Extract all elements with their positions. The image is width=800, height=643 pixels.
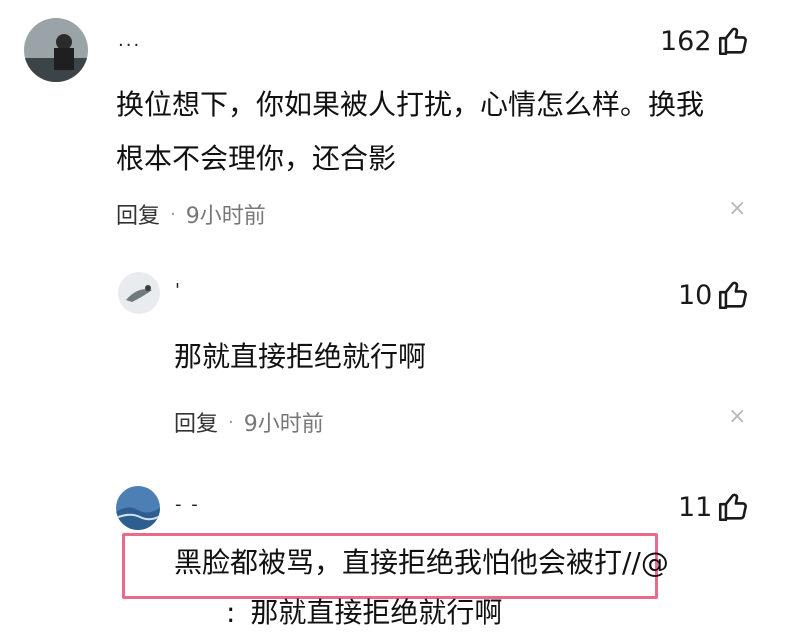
comment-line: 换位想下，你如果被人打扰，心情怎么样。换我 — [116, 88, 705, 121]
quote-prefix: : — [226, 596, 236, 629]
comment-meta: 回复 · 9小时前 — [116, 198, 266, 230]
username[interactable]: - - — [175, 494, 200, 515]
close-icon[interactable]: × — [728, 404, 746, 429]
avatar-photo — [118, 272, 160, 314]
like-count: 10 — [678, 279, 713, 311]
username[interactable]: ... — [118, 30, 141, 51]
quoted-reply: : 那就直接拒绝就行啊 — [174, 586, 502, 640]
like-count: 162 — [660, 25, 712, 57]
thumbs-up-icon — [718, 27, 747, 56]
avatar-photo — [116, 486, 160, 530]
avatar[interactable] — [116, 486, 160, 530]
comment-text: 换位想下，你如果被人打扰，心情怎么样。换我 根本不会理你，还合影 — [116, 78, 776, 186]
like-button[interactable]: 162 — [660, 24, 750, 58]
reply-button[interactable]: 回复 — [174, 406, 218, 438]
like-button[interactable]: 10 — [678, 278, 750, 312]
avatar-photo — [24, 18, 88, 82]
comment-meta: 回复 · 9小时前 — [174, 406, 324, 438]
comment-text: 黑脸都被骂，直接拒绝我怕他会被打//@ — [174, 546, 669, 579]
timestamp: 9小时前 — [243, 412, 324, 437]
thumbs-up-icon — [719, 281, 748, 310]
like-button[interactable]: 11 — [678, 490, 750, 524]
avatar[interactable] — [24, 18, 88, 82]
quote-text: 那就直接拒绝就行啊 — [250, 596, 503, 629]
comment-line: 根本不会理你，还合影 — [116, 142, 397, 175]
timestamp: 9小时前 — [185, 204, 266, 229]
comment-text: 那就直接拒绝就行啊 — [174, 340, 427, 373]
like-count: 11 — [678, 491, 713, 523]
username[interactable]: ' — [175, 280, 182, 301]
thumbs-up-icon — [719, 493, 748, 522]
close-icon[interactable]: × — [728, 196, 746, 221]
separator: · — [228, 411, 234, 433]
avatar[interactable] — [118, 272, 160, 314]
reply-button[interactable]: 回复 — [116, 198, 160, 230]
separator: · — [170, 203, 176, 225]
